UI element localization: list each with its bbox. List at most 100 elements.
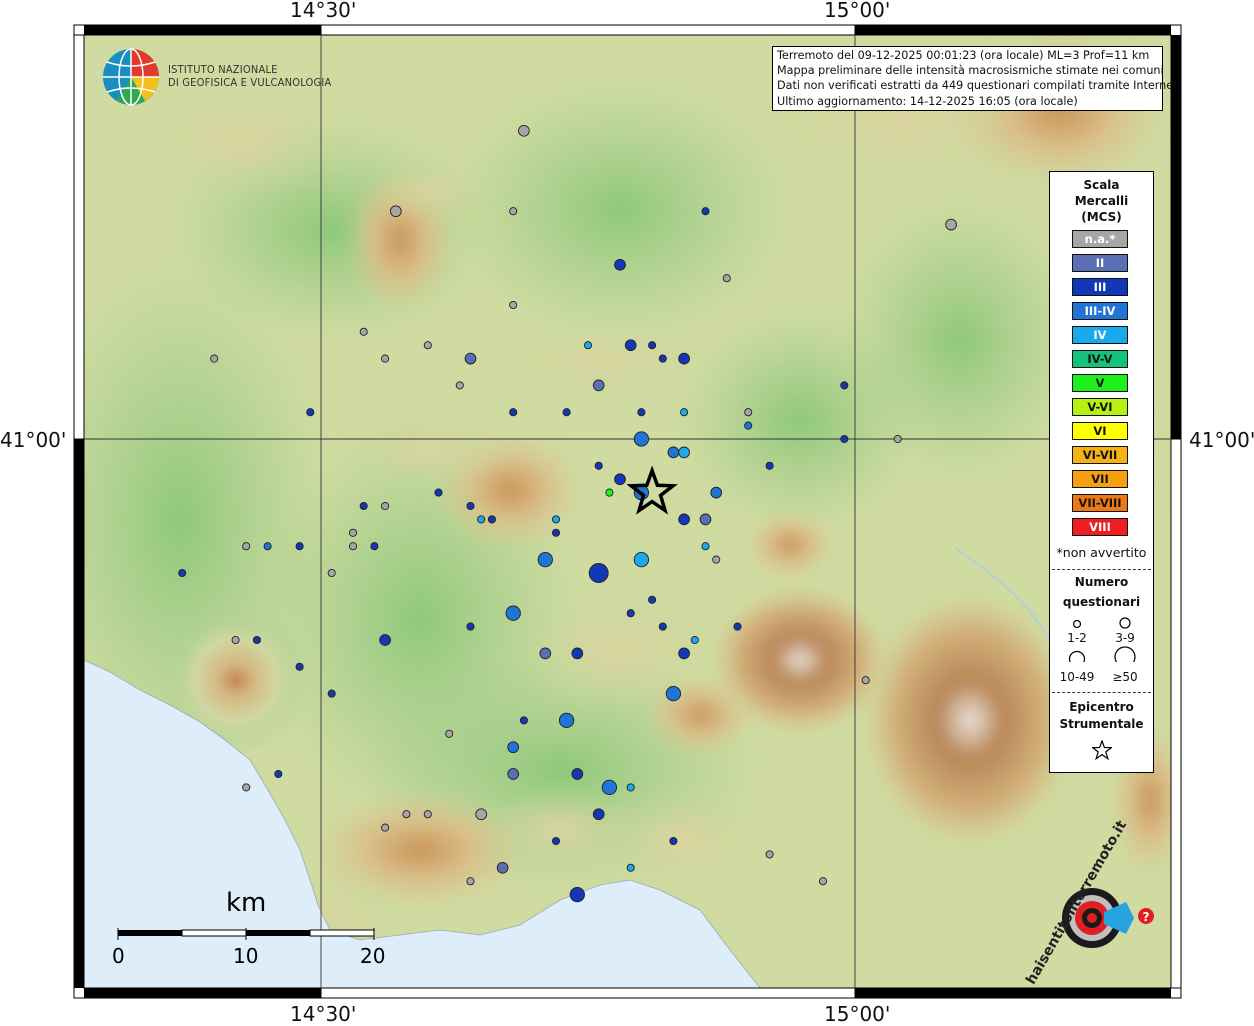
intensity-point <box>507 768 520 780</box>
intensity-point <box>701 542 710 551</box>
size-symbol-1-2 <box>1072 619 1082 629</box>
legend-divider-2 <box>1052 692 1151 693</box>
event-info-line2: Mappa preliminare delle intensità macros… <box>777 64 1164 78</box>
intensity-point <box>712 555 721 564</box>
institute-name: ISTITUTO NAZIONALE DI GEOFISICA E VULCAN… <box>168 63 331 89</box>
intensity-point <box>379 634 391 646</box>
intensity-point <box>274 769 283 779</box>
intensity-point <box>359 327 368 336</box>
intensity-point <box>840 434 849 444</box>
legend-swatch-na: n.a.* <box>1072 230 1128 248</box>
intensity-point <box>588 563 609 583</box>
svg-text:?: ? <box>1143 910 1150 924</box>
intensity-point <box>678 647 690 660</box>
intensity-point <box>348 528 358 537</box>
intensity-point <box>680 408 689 417</box>
intensity-point <box>765 850 774 859</box>
size-label-2: 3-9 <box>1115 631 1135 645</box>
legend-title-line3: (MCS) <box>1081 210 1122 224</box>
intensity-point <box>242 542 251 551</box>
intensity-point <box>518 124 530 137</box>
legend-swatch-ii: II <box>1072 254 1128 272</box>
intensity-point <box>633 431 650 447</box>
intensity-point <box>505 605 521 621</box>
ingv-logo-icon <box>103 48 159 106</box>
intensity-point <box>519 716 528 725</box>
intensity-point <box>551 836 561 846</box>
intensity-point <box>658 622 667 631</box>
intensity-point <box>592 808 605 821</box>
scale-tick-10: 10 <box>233 944 259 968</box>
intensity-point <box>614 473 626 486</box>
intensity-point <box>327 568 336 578</box>
legend-swatch-iv: IV <box>1072 326 1128 344</box>
intensity-point <box>690 635 699 645</box>
intensity-point <box>263 542 272 551</box>
intensity-point <box>178 568 187 578</box>
legend: Scala Mercalli (MCS) n.a.* II III III-IV IV I… <box>1049 171 1154 773</box>
intensity-point <box>637 408 646 417</box>
intensity-point <box>562 408 571 417</box>
intensity-point <box>242 783 251 792</box>
intensity-point <box>678 446 690 459</box>
intensity-point <box>744 408 753 417</box>
intensity-point <box>710 486 723 499</box>
intensity-point <box>509 300 518 310</box>
intensity-point <box>678 352 690 365</box>
lon-label-bottom-1500: 15°00' <box>824 1002 891 1026</box>
intensity-point <box>733 622 742 631</box>
intensity-point <box>231 635 240 645</box>
intensity-point <box>601 779 618 796</box>
intensity-point <box>539 647 552 660</box>
intensity-point <box>669 836 678 846</box>
intensity-point <box>475 808 488 821</box>
size-symbol-50-plus <box>1114 646 1136 662</box>
intensity-point <box>569 886 585 903</box>
legend-title-line2: Mercalli <box>1074 194 1129 208</box>
intensity-point <box>699 513 712 526</box>
intensity-point <box>626 863 635 872</box>
scale-tick-20: 20 <box>360 944 386 968</box>
intensity-point <box>381 823 390 832</box>
intensity-point <box>509 207 518 216</box>
intensity-point <box>633 551 650 568</box>
event-info-line1: Terremoto del 09-12-2025 00:01:23 (ora l… <box>777 49 1150 62</box>
legend-swatch-vii: VII <box>1072 470 1128 488</box>
intensity-point <box>466 877 475 886</box>
legend-swatch-vivii: VI-VII <box>1072 446 1128 464</box>
intensity-point <box>306 408 315 417</box>
intensity-point <box>583 341 593 350</box>
event-info-box: Terremoto del 09-12-2025 00:01:23 (ora l… <box>772 46 1182 111</box>
intensity-point <box>327 689 336 698</box>
size-label-3: 10-49 <box>1059 670 1095 684</box>
scale-tick-0: 0 <box>112 944 125 968</box>
legend-count-title2: questionari <box>1062 595 1141 609</box>
intensity-point <box>945 218 957 231</box>
intensity-point <box>455 381 464 390</box>
intensity-point <box>648 595 657 604</box>
size-label-1: 1-2 <box>1067 631 1087 645</box>
legend-count-title1: Numero <box>1074 575 1129 589</box>
legend-swatch-ivv: IV-V <box>1072 350 1128 368</box>
intensity-point <box>359 501 368 511</box>
institute-line1: ISTITUTO NAZIONALE <box>168 63 278 76</box>
legend-swatch-vvi: V-VI <box>1072 398 1128 416</box>
legend-swatch-viii: VIII <box>1072 518 1128 536</box>
intensity-point <box>626 783 635 792</box>
institute-line2: DI GEOFISICA E VULCANOLOGIA <box>168 76 332 89</box>
intensity-point <box>571 768 584 780</box>
event-info-line3: Dati non verificati estratti da 449 ques… <box>777 79 1182 93</box>
intensity-point <box>861 676 870 685</box>
intensity-point <box>487 515 496 524</box>
intensity-point <box>477 515 486 524</box>
intensity-point <box>252 635 261 645</box>
intensity-point <box>594 461 603 470</box>
intensity-point <box>701 207 710 216</box>
intensity-point <box>571 647 584 660</box>
intensity-point <box>658 354 667 363</box>
size-symbol-10-49 <box>1068 650 1086 662</box>
intensity-point <box>496 861 509 874</box>
legend-swatch-iii: III <box>1072 278 1128 296</box>
intensity-point <box>551 528 561 537</box>
intensity-point <box>509 408 518 417</box>
